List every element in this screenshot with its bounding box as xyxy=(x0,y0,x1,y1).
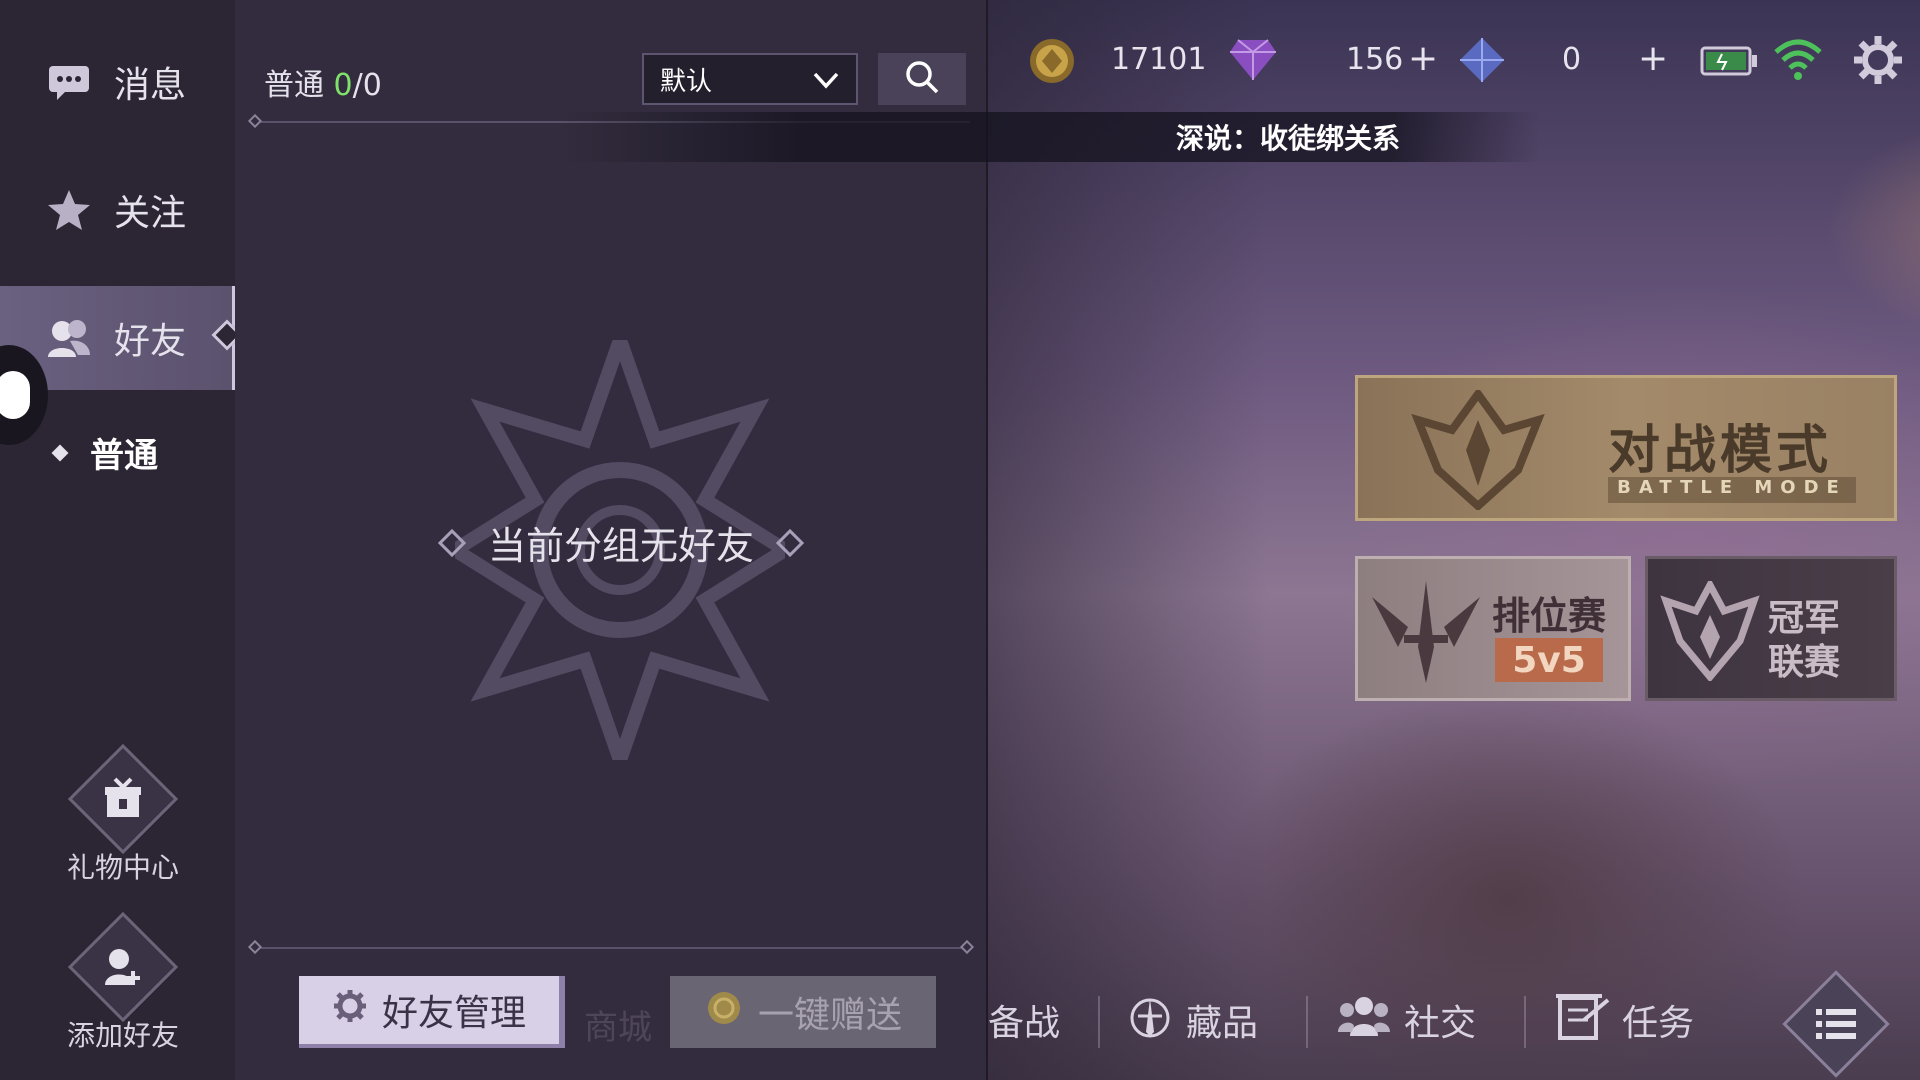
ghost-shop-label: 商城 xyxy=(584,1008,652,1048)
group-sort-select[interactable]: 默认 xyxy=(642,53,858,105)
bottom-divider xyxy=(258,947,970,949)
star-icon xyxy=(46,187,92,233)
sidebar-item-label: 好友 xyxy=(114,321,187,362)
gift-center-button[interactable]: 礼物中心 xyxy=(40,743,206,886)
gift-icon xyxy=(101,777,145,821)
diamond-bullet-icon xyxy=(51,444,69,461)
sidebar-subitem-normal[interactable]: 普通 xyxy=(51,428,158,477)
select-value: 默认 xyxy=(660,66,713,97)
crystal-amount: 0 xyxy=(1562,42,1582,77)
add-friend-button[interactable]: 添加好友 xyxy=(40,911,206,1054)
gear-icon xyxy=(332,988,368,1033)
gold-amount: 17101 xyxy=(1111,42,1207,77)
battery-icon xyxy=(1700,46,1758,80)
coin-gift-icon xyxy=(704,988,744,1037)
total-count: /0 xyxy=(352,68,382,103)
champion-crest-icon xyxy=(1660,577,1760,685)
sidebar: 消息 关注 好友 普通 礼物中心 添加好友 xyxy=(0,0,235,1080)
wifi-icon xyxy=(1772,38,1824,86)
panel-divider xyxy=(986,0,988,1080)
search-button[interactable] xyxy=(878,53,966,105)
nav-prepare[interactable]: 备战 xyxy=(988,990,1060,1050)
settings-gear-icon[interactable] xyxy=(1852,34,1904,90)
tasks-icon xyxy=(1554,990,1610,1051)
friends-icon xyxy=(46,315,92,361)
friend-management-label: 好友管理 xyxy=(381,993,526,1034)
add-gems-button[interactable]: + xyxy=(1408,38,1438,79)
sidebar-item-follows[interactable]: 关注 xyxy=(0,158,235,262)
online-count: 0 xyxy=(333,68,353,103)
nav-tasks[interactable]: 任务 xyxy=(1554,990,1694,1050)
friend-management-button[interactable]: 好友管理 xyxy=(299,976,565,1048)
chat-icon xyxy=(46,59,92,105)
search-icon xyxy=(904,59,940,99)
ranked-match-card[interactable]: 排位赛 5v5 xyxy=(1355,556,1631,701)
battle-crest-icon xyxy=(1408,387,1548,514)
ranked-sword-icon xyxy=(1368,577,1484,691)
chevron-down-icon xyxy=(812,67,840,100)
diamond-right-icon xyxy=(775,528,805,557)
sidebar-item-messages[interactable]: 消息 xyxy=(0,30,235,134)
empty-friends-message: 当前分组无好友 xyxy=(421,515,821,570)
nav-collection[interactable]: 藏品 xyxy=(1126,990,1258,1050)
collection-icon xyxy=(1126,992,1174,1049)
blue-crystal-icon xyxy=(1458,36,1506,92)
ranked-5v5-badge: 5v5 xyxy=(1495,638,1603,682)
gem-amount: 156 xyxy=(1346,42,1404,77)
nav-separator xyxy=(1524,996,1526,1048)
add-friend-icon xyxy=(101,945,145,989)
nav-social[interactable]: 社交 xyxy=(1336,990,1476,1050)
empty-message-text: 当前分组无好友 xyxy=(487,524,754,568)
send-all-label: 一键赠送 xyxy=(757,995,902,1036)
nav-separator xyxy=(1306,996,1308,1048)
sidebar-item-label: 消息 xyxy=(114,65,187,106)
battle-mode-title: 对战模式 xyxy=(1608,421,1833,481)
toggle-knob xyxy=(0,371,30,419)
purple-gem-icon xyxy=(1228,38,1278,90)
nav-collection-label: 藏品 xyxy=(1186,1003,1259,1044)
announcement-banner: 深说：收徒绑关系 xyxy=(560,112,1540,162)
nav-tasks-label: 任务 xyxy=(1622,1003,1695,1044)
send-all-gifts-button[interactable]: 一键赠送 xyxy=(670,976,936,1048)
nav-separator xyxy=(1098,996,1100,1048)
list-menu-icon xyxy=(1816,1007,1856,1041)
subitem-label: 普通 xyxy=(90,436,158,476)
group-count-label: 普通 0/0 xyxy=(264,60,382,104)
gold-coin-icon xyxy=(1028,37,1076,93)
diamond-left-icon xyxy=(437,528,467,557)
group-name: 普通 xyxy=(264,68,324,103)
champion-league-card[interactable]: 冠军 联赛 xyxy=(1645,556,1897,701)
lobby-background xyxy=(988,0,1920,1080)
nav-social-label: 社交 xyxy=(1404,1003,1477,1044)
champion-title-line2: 联赛 xyxy=(1768,642,1841,683)
social-icon xyxy=(1336,992,1392,1049)
battle-mode-card[interactable]: 对战模式 BATTLE MODE xyxy=(1355,375,1897,521)
battle-mode-subtitle: BATTLE MODE xyxy=(1608,477,1856,503)
sidebar-item-label: 关注 xyxy=(114,193,187,234)
add-crystals-button[interactable]: + xyxy=(1638,38,1668,79)
ranked-title: 排位赛 xyxy=(1492,594,1607,638)
announcement-text: 深说：收徒绑关系 xyxy=(1176,122,1401,155)
nav-prepare-label: 备战 xyxy=(988,1003,1061,1044)
